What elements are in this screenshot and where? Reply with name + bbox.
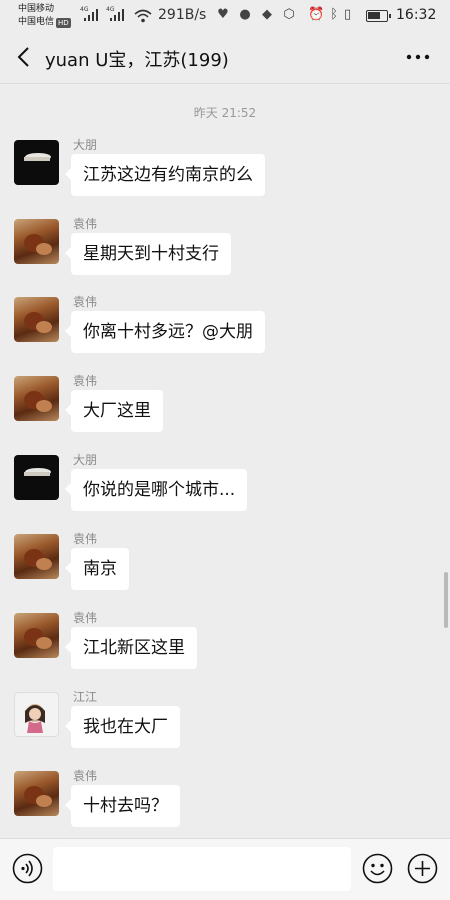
message-bubble[interactable]: 星期天到十村支行 bbox=[65, 233, 231, 275]
carrier-name-1: 中国移动 bbox=[18, 4, 55, 14]
voice-icon[interactable] bbox=[12, 853, 43, 884]
wifi-icon bbox=[134, 8, 152, 27]
wechat-icon: ● bbox=[239, 7, 251, 22]
alarm-icon: ⏰ bbox=[308, 7, 325, 22]
message-row: 袁伟 星期天到十村支行 bbox=[14, 217, 434, 289]
message-bubble[interactable]: 你说的是哪个城市... bbox=[64, 469, 248, 511]
message-bubble[interactable]: 你离十村多远？@大朋 bbox=[65, 311, 265, 353]
emoji-icon[interactable] bbox=[362, 853, 393, 884]
plus-icon[interactable] bbox=[407, 853, 438, 884]
sender-name: 江江 bbox=[73, 690, 98, 704]
more-dots-icon[interactable] bbox=[402, 46, 434, 68]
shield-icon: ⬡ bbox=[283, 7, 295, 22]
avatar[interactable] bbox=[14, 613, 59, 658]
hd-badge: HD bbox=[56, 17, 71, 28]
message-row: 袁伟 你离十村多远？@大朋 bbox=[14, 295, 434, 367]
signal-icon: 4G bbox=[80, 6, 98, 21]
sender-name: 袁伟 bbox=[73, 217, 98, 231]
avatar[interactable] bbox=[14, 455, 59, 500]
chat-title: yuan U宝，江苏(199) bbox=[45, 50, 229, 71]
sender-name: 袁伟 bbox=[73, 374, 98, 388]
carrier-name-2: 中国电信 bbox=[18, 17, 55, 27]
sender-name: 大朋 bbox=[73, 138, 98, 152]
sender-name: 袁伟 bbox=[73, 295, 98, 309]
back-chevron-icon[interactable] bbox=[12, 44, 38, 70]
avatar[interactable] bbox=[14, 376, 59, 421]
sender-name: 大朋 bbox=[73, 453, 98, 467]
sender-name: 袁伟 bbox=[73, 532, 98, 546]
avatar[interactable] bbox=[14, 692, 59, 737]
sender-name: 袁伟 bbox=[73, 769, 98, 783]
avatar[interactable] bbox=[14, 140, 59, 185]
signal-icon: 4G bbox=[106, 6, 124, 21]
battery-icon bbox=[366, 10, 391, 22]
carrier-info: 中国移动 中国电信 HD bbox=[18, 3, 71, 29]
avatar[interactable] bbox=[14, 297, 59, 342]
input-bar bbox=[0, 838, 450, 900]
message-row: 大朋 江苏这边有约南京的么 bbox=[14, 138, 434, 210]
avatar[interactable] bbox=[14, 219, 59, 264]
avatar[interactable] bbox=[14, 534, 59, 579]
scrollbar[interactable] bbox=[444, 572, 448, 628]
bluetooth-icon: ᛒ bbox=[330, 7, 338, 22]
status-bar: 中国移动 中国电信 HD 4G 4G 291B/s ♥ ● ◆ ⬡ ⏰ ᛒ ▯ … bbox=[0, 0, 450, 32]
message-bubble[interactable]: 南京 bbox=[65, 548, 129, 590]
message-row: 袁伟 南京 bbox=[14, 532, 434, 604]
chat-header: yuan U宝，江苏(199) bbox=[0, 32, 450, 84]
message-row: 袁伟 大厂这里 bbox=[14, 374, 434, 446]
message-bubble[interactable]: 十村去吗？ bbox=[65, 785, 180, 827]
vibrate-icon: ▯ bbox=[344, 7, 352, 22]
message-row: 大朋 你说的是哪个城市... bbox=[14, 453, 434, 525]
message-bubble[interactable]: 江苏这边有约南京的么 bbox=[65, 154, 265, 196]
app-icon: ◆ bbox=[262, 7, 272, 22]
sender-name: 袁伟 bbox=[73, 611, 98, 625]
status-time: 16:32 bbox=[396, 7, 437, 23]
message-row: 江江 我也在大厂 bbox=[14, 690, 434, 762]
heart-rate-icon: ♥ bbox=[217, 7, 229, 22]
message-bubble[interactable]: 大厂这里 bbox=[65, 390, 163, 432]
message-row: 袁伟 十村去吗？ bbox=[14, 769, 434, 841]
avatar[interactable] bbox=[14, 771, 59, 816]
message-bubble[interactable]: 江北新区这里 bbox=[65, 627, 197, 669]
message-timestamp: 昨天 21:52 bbox=[193, 106, 257, 120]
message-bubble[interactable]: 我也在大厂 bbox=[65, 706, 180, 748]
network-speed: 291B/s bbox=[158, 7, 207, 23]
message-row: 袁伟 江北新区这里 bbox=[14, 611, 434, 683]
message-input[interactable] bbox=[53, 847, 351, 891]
